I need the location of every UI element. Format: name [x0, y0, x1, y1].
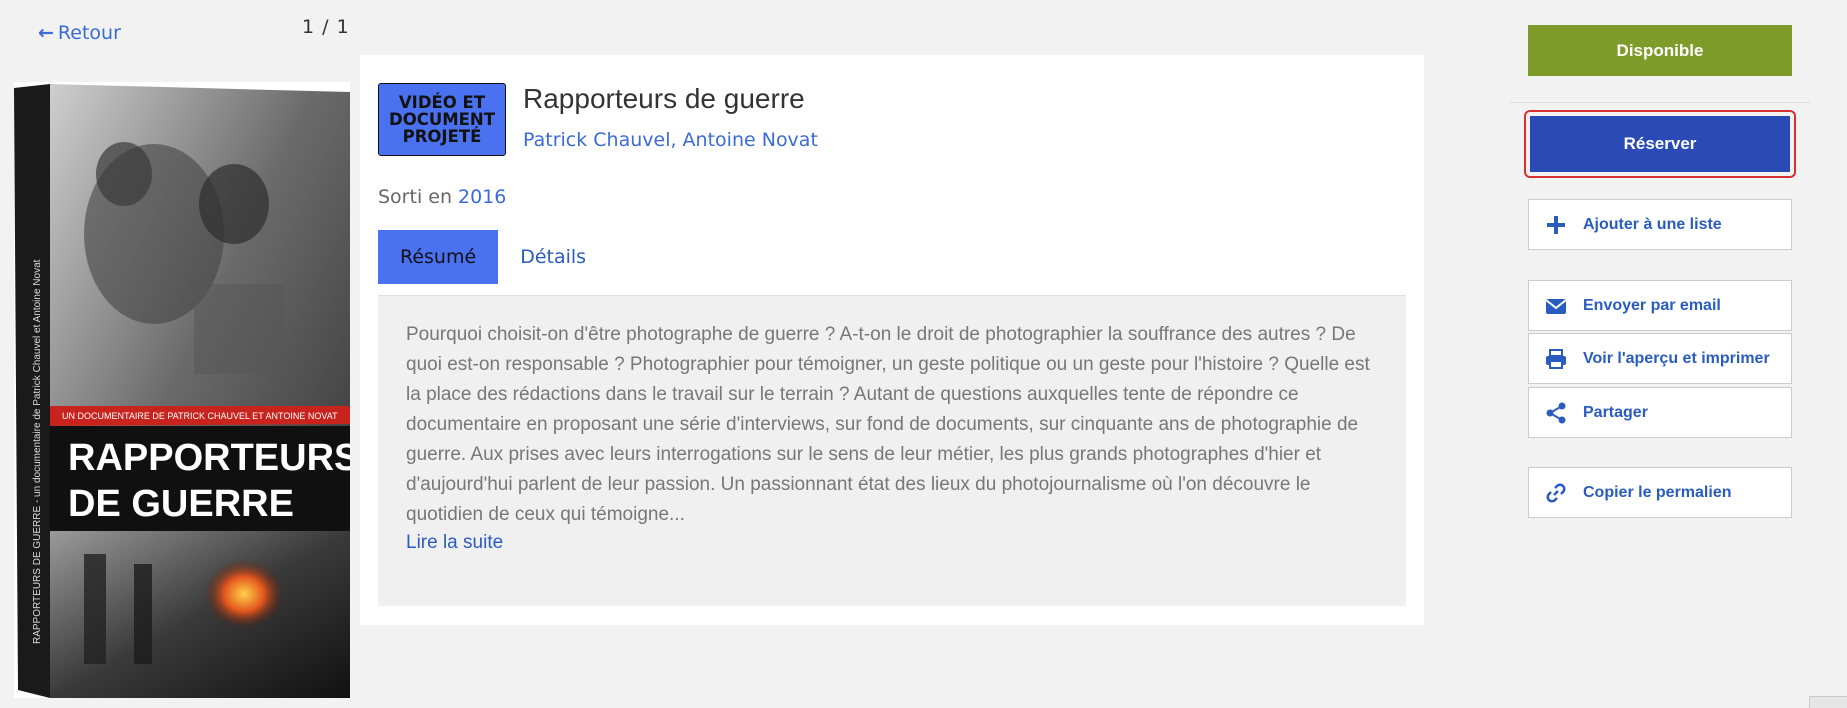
- scroll-corner: [1809, 696, 1847, 708]
- format-badge: VIDÉO ET DOCUMENT PROJETÉ: [378, 83, 506, 156]
- availability-button[interactable]: Disponible: [1528, 25, 1792, 76]
- divider: [1510, 102, 1810, 103]
- summary-panel: Pourquoi choisit-on d'être photographe d…: [378, 296, 1406, 606]
- permalink-button[interactable]: Copier le permalien: [1528, 467, 1792, 518]
- record-page: ← Retour 1 / 1 UN DOCUMENTAIRE DE PATRIC…: [0, 0, 1847, 708]
- reserve-button[interactable]: Réserver: [1530, 116, 1790, 172]
- read-more-link[interactable]: Lire la suite: [406, 532, 503, 554]
- record-tabs: Résumé Détails: [378, 230, 1406, 296]
- print-preview-button[interactable]: Voir l'aperçu et imprimer: [1528, 333, 1792, 384]
- cover-spine-text: RAPPORTEURS DE GUERRE - un documentaire …: [32, 259, 43, 644]
- share-label: Partager: [1583, 403, 1648, 421]
- share-icon: [1545, 402, 1567, 424]
- printer-icon: [1545, 348, 1567, 370]
- summary-text: Pourquoi choisit-on d'être photographe d…: [406, 324, 1370, 525]
- link-icon: [1545, 482, 1567, 504]
- record-title: Rapporteurs de guerre: [523, 83, 805, 114]
- authors-link[interactable]: Patrick Chauvel, Antoine Novat: [523, 129, 818, 151]
- cover-image[interactable]: UN DOCUMENTAIRE DE PATRICK CHAUVEL ET AN…: [14, 82, 350, 698]
- tab-details[interactable]: Détails: [498, 230, 608, 284]
- email-button[interactable]: Envoyer par email: [1528, 280, 1792, 331]
- cover-banner-text: UN DOCUMENTAIRE DE PATRICK CHAUVEL ET AN…: [62, 411, 338, 421]
- release-year-link[interactable]: 2016: [458, 186, 506, 208]
- add-to-list-label: Ajouter à une liste: [1583, 215, 1722, 233]
- release-info: Sorti en 2016: [378, 186, 506, 208]
- email-label: Envoyer par email: [1583, 296, 1721, 314]
- back-link[interactable]: ← Retour: [38, 22, 121, 44]
- plus-icon: [1545, 214, 1567, 236]
- print-preview-label: Voir l'aperçu et imprimer: [1583, 349, 1770, 367]
- envelope-icon: [1545, 295, 1567, 317]
- pager: 1 / 1: [302, 16, 350, 38]
- share-button[interactable]: Partager: [1528, 387, 1792, 438]
- tab-resume[interactable]: Résumé: [378, 230, 499, 284]
- back-label: Retour: [57, 22, 121, 44]
- release-prefix: Sorti en: [378, 186, 452, 208]
- reserve-highlight: Réserver: [1524, 110, 1796, 178]
- arrow-left-icon: ←: [38, 22, 54, 44]
- cover-title-line2: DE GUERRE: [68, 483, 294, 525]
- cover-art: UN DOCUMENTAIRE DE PATRICK CHAUVEL ET AN…: [14, 84, 350, 698]
- permalink-label: Copier le permalien: [1583, 483, 1732, 501]
- record-card: VIDÉO ET DOCUMENT PROJETÉ Rapporteurs de…: [360, 55, 1424, 625]
- cover-title-line1: RAPPORTEURS: [68, 437, 350, 479]
- add-to-list-button[interactable]: Ajouter à une liste: [1528, 199, 1792, 250]
